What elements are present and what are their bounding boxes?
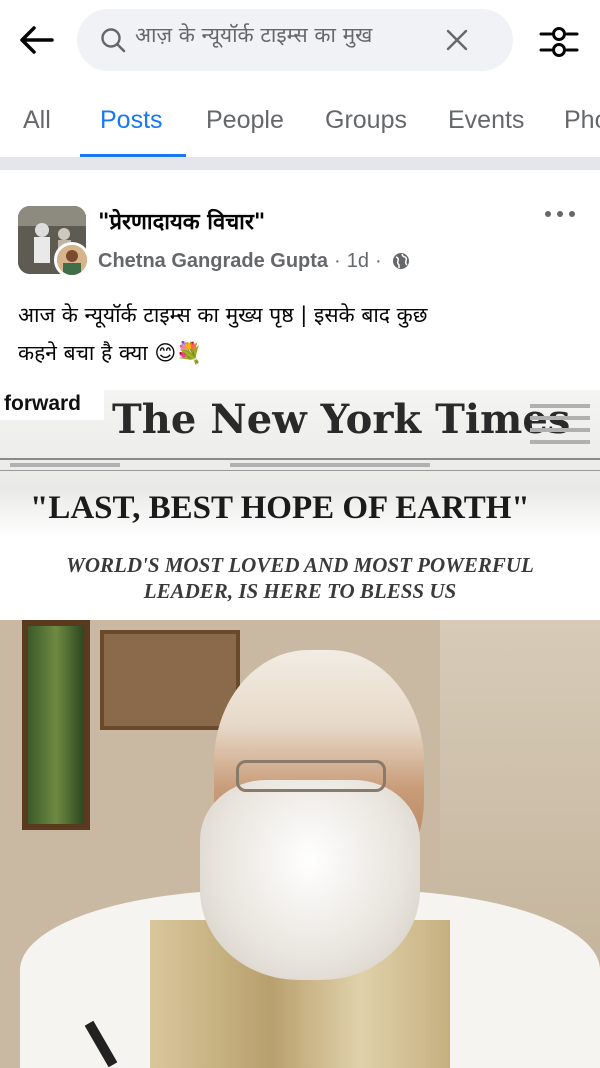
more-options-button[interactable] bbox=[538, 198, 582, 230]
search-input[interactable]: आज़ के न्यूयॉर्क टाइम्स का मुख bbox=[135, 21, 435, 59]
globe-icon bbox=[392, 253, 409, 269]
subheadline: WORLD'S MOST LOVED AND MOST POWERFUL LEA… bbox=[0, 552, 600, 604]
photo-wall-frame bbox=[100, 630, 240, 730]
search-tabs: All Posts People Groups Events Pho bbox=[0, 84, 600, 158]
avatar-group[interactable] bbox=[18, 206, 90, 278]
close-icon bbox=[446, 29, 468, 51]
search-icon bbox=[101, 28, 126, 53]
meta-separator: · bbox=[334, 249, 341, 272]
masthead-rule bbox=[0, 458, 600, 460]
post-text-line: कहने बचा है क्या 😊💐 bbox=[18, 341, 203, 365]
post-card: "प्रेरणादायक विचार" Chetna Gangrade Gupt… bbox=[0, 170, 600, 1068]
meta-separator: · bbox=[374, 249, 382, 272]
search-header: आज़ के न्यूयॉर्क टाइम्स का मुख bbox=[0, 0, 600, 84]
arrow-left-icon bbox=[20, 26, 54, 54]
forward-label: forward bbox=[0, 390, 104, 420]
subheadline-line: WORLD'S MOST LOVED AND MOST POWERFUL bbox=[66, 553, 534, 577]
user-avatar[interactable] bbox=[54, 242, 90, 278]
subheadline-line: LEADER, IS HERE TO BLESS US bbox=[143, 579, 457, 603]
post-time[interactable]: 1d bbox=[347, 250, 369, 273]
post-image[interactable]: The New York Times forward "LAST, BEST H… bbox=[0, 390, 600, 1068]
user-avatar-image bbox=[57, 245, 87, 275]
tab-all[interactable]: All bbox=[23, 106, 51, 135]
section-divider bbox=[0, 158, 600, 170]
tab-people[interactable]: People bbox=[206, 106, 284, 135]
group-name[interactable]: "प्रेरणादायक विचार" bbox=[98, 206, 265, 236]
clear-search-button[interactable] bbox=[441, 24, 473, 56]
search-box[interactable]: आज़ के न्यूयॉर्क टाइम्स का मुख bbox=[77, 9, 513, 71]
tab-groups[interactable]: Groups bbox=[325, 106, 407, 135]
post-meta: Chetna Gangrade Gupta · 1d · bbox=[98, 248, 410, 274]
filter-button[interactable] bbox=[532, 20, 586, 64]
newspaper-photo bbox=[0, 620, 600, 1068]
fine-print bbox=[530, 440, 590, 444]
tab-photos[interactable]: Pho bbox=[564, 106, 600, 135]
fine-print bbox=[230, 463, 430, 467]
back-button[interactable] bbox=[12, 18, 60, 62]
fine-print bbox=[530, 428, 590, 432]
more-horizontal-icon bbox=[545, 211, 575, 217]
post-text-line: आज के न्यूयॉर्क टाइम्स का मुख्य पृष्ठ | … bbox=[18, 303, 428, 327]
photo-window bbox=[22, 620, 90, 830]
tab-posts[interactable]: Posts bbox=[100, 106, 163, 135]
masthead-rule bbox=[0, 470, 600, 471]
headline: "LAST, BEST HOPE OF EARTH" bbox=[30, 490, 530, 526]
filter-sliders-icon bbox=[539, 27, 579, 57]
tab-events[interactable]: Events bbox=[448, 106, 524, 135]
fine-print bbox=[10, 463, 120, 467]
fine-print bbox=[530, 404, 590, 408]
photo-beard bbox=[200, 780, 420, 980]
fine-print bbox=[530, 416, 590, 420]
post-text: आज के न्यूयॉर्क टाइम्स का मुख्य पृष्ठ | … bbox=[18, 296, 578, 372]
photo-glasses bbox=[236, 760, 386, 792]
author-name[interactable]: Chetna Gangrade Gupta bbox=[98, 250, 328, 273]
newspaper-masthead: The New York Times bbox=[112, 396, 571, 443]
